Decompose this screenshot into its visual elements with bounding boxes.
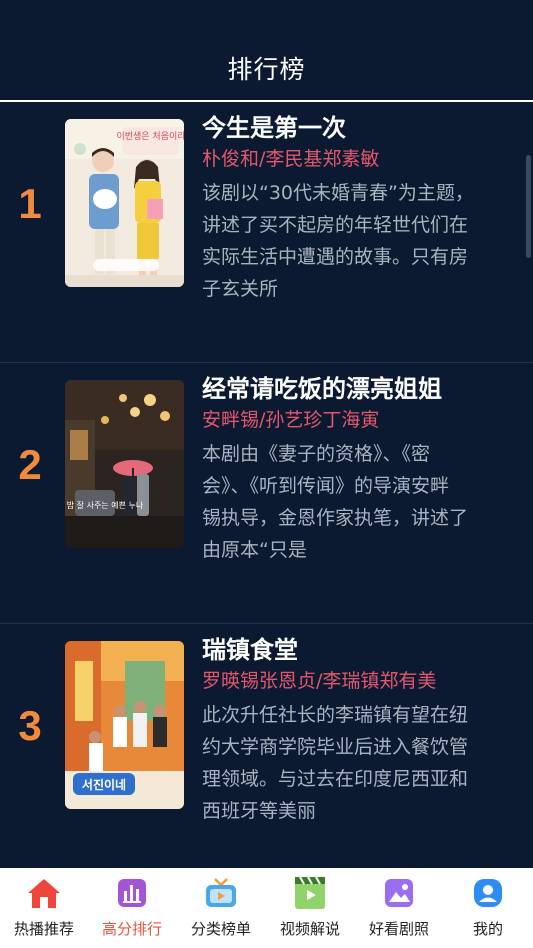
poster-image[interactable]: 이번생은 처음이라: [65, 119, 184, 287]
drama-title[interactable]: 经常请吃饭的漂亮姐姐: [202, 369, 442, 404]
ranking-list: 1 이번생은 처음이라 今生是第一次 朴俊和/李民基郑素敏 该剧以“30代未婚青…: [0, 102, 533, 885]
poster-title-text: 서진이네: [82, 777, 126, 792]
description-line: 约大学商学院毕业后进入餐饮管: [202, 736, 469, 758]
drama-title[interactable]: 瑞镇食堂: [202, 630, 298, 665]
tab-mine[interactable]: 我的: [444, 868, 532, 948]
tab-high-score-ranking[interactable]: 高分排行: [88, 868, 176, 948]
tab-hot-recommend[interactable]: 热播推荐: [0, 868, 88, 948]
photo-icon: [385, 879, 413, 907]
drama-description: 此次升任社长的李瑞镇有望在纽 约大学商学院毕业后进入餐饮管 理领域。与过去在印度…: [202, 699, 502, 827]
description-line: 会》、《听到传闻》的导演安畔: [202, 475, 450, 497]
tab-label: 我的: [472, 920, 503, 938]
page-title: 排行榜: [227, 55, 306, 84]
rank-number: 2: [18, 441, 42, 488]
tab-label: 视频解说: [279, 920, 340, 938]
list-item[interactable]: 1 이번생은 처음이라 今生是第一次 朴俊和/李民基郑素敏 该剧以“30代未婚青…: [0, 102, 533, 363]
rank-number: 1: [18, 180, 42, 227]
tab-label: 好看剧照: [368, 920, 429, 938]
drama-cast: 朴俊和/李民基郑素敏: [202, 148, 380, 170]
drama-cast: 安畔锡/孙艺珍丁海寅: [202, 409, 380, 431]
tab-label: 高分排行: [101, 920, 162, 938]
list-item[interactable]: 2 밥 잘 사주는 예쁜 누나 经常请吃饭的漂亮姐姐 安畔锡/孙艺珍丁海寅 本剧…: [0, 363, 533, 624]
poster-title-text: 이번생은 처음이라: [116, 130, 184, 142]
poster-image[interactable]: 서진이네: [65, 641, 184, 809]
tv-icon: [206, 878, 236, 907]
description-line: 该剧以“30代未婚青春”为主题，: [202, 182, 474, 204]
tab-drama-photos[interactable]: 好看剧照: [355, 868, 443, 948]
description-line: 此次升任社长的李瑞镇有望在纽: [202, 704, 469, 726]
list-item[interactable]: 3 서진이네 瑞镇食堂 罗暎锡张恩贞/李瑞镇郑有美 此次升任社长的李瑞镇有望在纽…: [0, 624, 533, 885]
poster-image[interactable]: 밥 잘 사주는 예쁜 누나: [65, 380, 184, 548]
description-line: 实际生活中遭遇的故事。只有房: [202, 246, 469, 268]
drama-description: 该剧以“30代未婚青春”为主题， 讲述了买不起房的年轻世代们在 实际生活中遭遇的…: [202, 177, 502, 305]
tab-category-list[interactable]: 分类榜单: [177, 868, 265, 948]
description-line: 理领域。与过去在印度尼西亚和: [202, 768, 469, 790]
tab-label: 热播推荐: [13, 920, 74, 938]
description-line: 由原本“只是: [202, 539, 307, 561]
bar-chart-icon: [118, 879, 146, 907]
poster-title-text: 밥 잘 사주는 예쁜 누나: [67, 500, 144, 510]
header: 排行榜: [0, 0, 533, 102]
description-line: 锡执导，金恩作家执笔，讲述了: [202, 507, 469, 529]
user-icon: [474, 879, 502, 907]
description-line: 讲述了买不起房的年轻世代们在: [202, 214, 469, 236]
description-line: 本剧由《妻子的资格》、《密: [202, 443, 431, 465]
rank-number: 3: [18, 702, 42, 749]
drama-description: 本剧由《妻子的资格》、《密 会》、《听到传闻》的导演安畔 锡执导，金恩作家执笔，…: [202, 438, 502, 566]
description-line: 西班牙等美丽: [202, 800, 317, 822]
home-icon: [28, 879, 60, 908]
scrollbar[interactable]: [526, 155, 531, 258]
tab-video-commentary[interactable]: 视频解说: [266, 868, 354, 948]
bottom-tab-bar: 热播推荐 高分排行 分类榜单 视频解说 好看剧照 我的: [0, 868, 533, 948]
drama-cast: 罗暎锡张恩贞/李瑞镇郑有美: [202, 670, 437, 692]
description-line: 子玄关所: [202, 278, 279, 300]
tab-label: 分类榜单: [190, 920, 251, 938]
film-play-icon: [295, 876, 325, 909]
drama-title[interactable]: 今生是第一次: [202, 108, 346, 143]
